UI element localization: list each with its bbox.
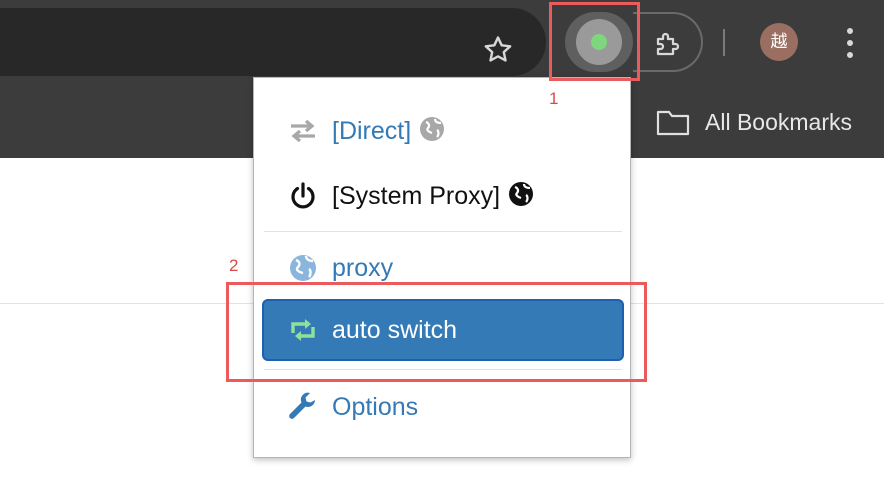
menu-item-system-proxy[interactable]: [System Proxy] <box>262 165 624 227</box>
globe-icon <box>420 117 445 142</box>
annotation-number-2: 2 <box>229 256 239 275</box>
proxy-popup-menu: [Direct] [System Proxy] proxy auto switc… <box>253 77 631 458</box>
wrench-icon <box>289 392 315 419</box>
menu-divider <box>264 231 622 232</box>
annotation-box-2 <box>226 282 647 382</box>
menu-label-options: Options <box>332 392 419 421</box>
menu-item-direct[interactable]: [Direct] <box>262 100 624 162</box>
menu-item-options[interactable]: Options <box>262 376 624 438</box>
direct-arrows-icon <box>291 119 315 143</box>
all-bookmarks-label: All Bookmarks <box>705 108 852 135</box>
all-bookmarks-button[interactable]: All Bookmarks <box>656 108 852 136</box>
annotation-number-1: 1 <box>549 89 559 108</box>
browser-toolbar: 越 <box>0 0 884 86</box>
profile-avatar[interactable]: 越 <box>760 23 798 61</box>
toolbar-separator <box>723 29 725 56</box>
folder-icon <box>656 110 690 136</box>
extensions-button[interactable] <box>633 12 703 72</box>
menu-label-system-proxy: [System Proxy] <box>332 182 534 211</box>
extensions-puzzle-icon <box>656 32 680 56</box>
globe-icon <box>290 255 316 281</box>
globe-icon <box>509 182 534 207</box>
power-icon <box>291 182 315 209</box>
address-bar[interactable] <box>0 8 546 76</box>
star-icon[interactable] <box>481 33 515 67</box>
more-menu-icon[interactable] <box>846 27 854 59</box>
annotation-box-1 <box>549 2 640 81</box>
menu-label-direct: [Direct] <box>332 117 445 146</box>
menu-label-proxy: proxy <box>332 253 394 282</box>
